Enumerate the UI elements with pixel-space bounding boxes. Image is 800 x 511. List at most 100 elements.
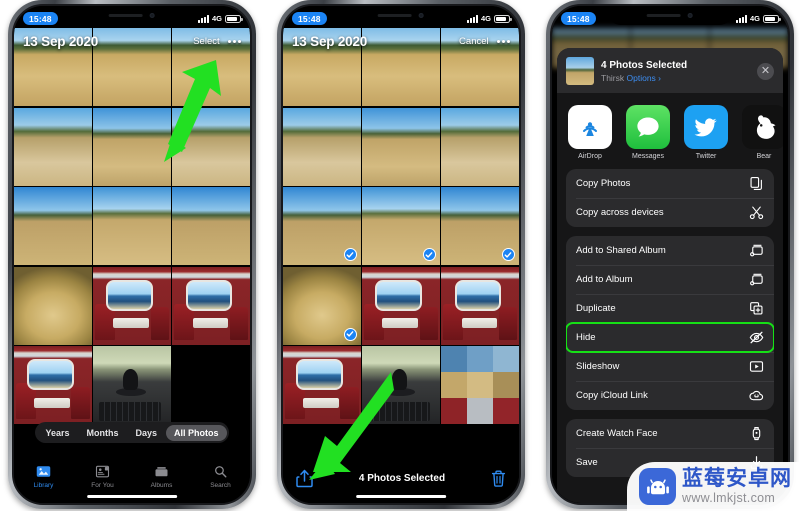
photo-thumbnail[interactable] bbox=[14, 187, 92, 265]
share-icon[interactable] bbox=[296, 469, 313, 488]
close-icon[interactable]: ✕ bbox=[757, 62, 774, 80]
home-indicator bbox=[87, 494, 177, 498]
share-action-label: Copy Photos bbox=[576, 178, 631, 189]
segment-years[interactable]: Years bbox=[37, 425, 77, 441]
share-app-label: Twitter bbox=[695, 153, 717, 160]
photo-thumbnail[interactable] bbox=[283, 346, 361, 424]
photo-thumbnail[interactable] bbox=[362, 266, 440, 345]
share-action-duplicate[interactable]: Duplicate bbox=[566, 294, 774, 323]
photo-thumbnail[interactable] bbox=[441, 266, 519, 345]
share-app-airdrop[interactable]: AirDrop bbox=[567, 105, 613, 160]
watermark-url: www.lmkjst.com bbox=[682, 491, 776, 506]
share-action-label: Add to Shared Album bbox=[576, 245, 666, 256]
photo-thumbnail[interactable] bbox=[362, 107, 440, 186]
photo-thumbnail[interactable] bbox=[441, 187, 519, 265]
notch bbox=[608, 6, 732, 25]
photo-thumbnail[interactable] bbox=[362, 187, 440, 265]
photo-thumbnail[interactable] bbox=[283, 107, 361, 186]
share-action-copy-icloud-link[interactable]: Copy iCloud Link bbox=[566, 381, 774, 410]
share-action-hide[interactable]: Hide bbox=[566, 322, 774, 353]
share-app-twitter[interactable]: Twitter bbox=[683, 105, 729, 160]
eye-slash-icon bbox=[749, 330, 764, 345]
share-action-label: Create Watch Face bbox=[576, 428, 658, 439]
tab-for-you[interactable]: For You bbox=[73, 464, 132, 489]
photo-thumbnail[interactable] bbox=[283, 187, 361, 265]
share-action-group: Copy Photos Copy across devices bbox=[566, 169, 774, 227]
share-action-add-to-album[interactable]: Add to Album bbox=[566, 265, 774, 294]
albums-icon bbox=[153, 464, 170, 479]
share-action-add-to-shared-album[interactable]: Add to Shared Album bbox=[566, 236, 774, 265]
phone-1-screen: 13 Sep 2020 Select Years Months Days All Ph… bbox=[14, 6, 250, 503]
share-action-label: Slideshow bbox=[576, 361, 620, 372]
share-thumbnail bbox=[566, 57, 594, 85]
share-action-create-watch-face[interactable]: Create Watch Face bbox=[566, 419, 774, 448]
photos-grid-header: 13 Sep 2020 Select bbox=[14, 34, 250, 49]
timeline-segmented-control: Years Months Days All Photos bbox=[14, 422, 250, 443]
photo-thumbnail[interactable] bbox=[172, 346, 250, 424]
tab-library[interactable]: Library bbox=[14, 464, 73, 489]
share-action-slideshow[interactable]: Slideshow bbox=[566, 352, 774, 381]
more-options-icon[interactable] bbox=[227, 40, 241, 43]
notch bbox=[339, 6, 463, 25]
photo-thumbnail[interactable] bbox=[93, 107, 171, 186]
photo-thumbnail[interactable] bbox=[14, 266, 92, 345]
phone-3-screen: 4 Photos Selected Thirsk Options › ✕ Air… bbox=[552, 6, 788, 503]
share-app-messages[interactable]: Messages bbox=[625, 105, 671, 160]
share-action-copy-photos[interactable]: Copy Photos bbox=[566, 169, 774, 198]
segment-months[interactable]: Months bbox=[79, 425, 127, 441]
share-app-bear[interactable]: Bear bbox=[741, 105, 783, 160]
select-button[interactable]: Select bbox=[193, 36, 219, 47]
for-you-icon bbox=[94, 464, 111, 479]
photo-thumbnail[interactable] bbox=[172, 187, 250, 265]
site-watermark: 蓝莓安卓网 www.lmkjst.com bbox=[627, 462, 800, 511]
photo-thumbnail[interactable] bbox=[93, 346, 171, 424]
share-action-label: Hide bbox=[576, 332, 596, 343]
photo-thumbnail[interactable] bbox=[441, 346, 519, 424]
home-indicator bbox=[356, 494, 446, 498]
photos-library-icon bbox=[35, 464, 52, 479]
search-icon bbox=[212, 464, 229, 479]
photo-thumbnail[interactable] bbox=[441, 107, 519, 186]
share-app-row: AirDropMessagesTwitterBearL bbox=[557, 93, 783, 169]
screenshot-stage: 13 Sep 2020 Select Years Months Days All Ph… bbox=[0, 0, 800, 511]
photo-thumbnail[interactable] bbox=[362, 346, 440, 424]
photo-thumbnail[interactable] bbox=[172, 107, 250, 186]
duplicate-icon bbox=[749, 301, 764, 316]
trash-icon[interactable] bbox=[491, 470, 506, 487]
share-action-list: Copy Photos Copy across devices Add to Sha… bbox=[557, 169, 783, 477]
share-action-label: Copy iCloud Link bbox=[576, 390, 648, 401]
share-action-label: Add to Album bbox=[576, 274, 633, 285]
tab-albums[interactable]: Albums bbox=[132, 464, 191, 489]
photos-date-label: 13 Sep 2020 bbox=[23, 34, 99, 49]
twitter-icon bbox=[684, 105, 728, 149]
photo-thumbnail[interactable] bbox=[172, 266, 250, 345]
photos-grid-header-selecting: 13 Sep 2020 Cancel bbox=[283, 34, 519, 49]
segment-days[interactable]: Days bbox=[128, 425, 166, 441]
shared-album-icon bbox=[749, 243, 764, 258]
airdrop-icon bbox=[568, 105, 612, 149]
share-app-label: Bear bbox=[756, 153, 772, 160]
share-action-copy-across-devices[interactable]: Copy across devices bbox=[566, 198, 774, 227]
more-options-icon[interactable] bbox=[496, 40, 510, 43]
share-app-label: Messages bbox=[632, 153, 664, 160]
photo-thumbnail[interactable] bbox=[14, 107, 92, 186]
photo-thumbnail[interactable] bbox=[283, 266, 361, 345]
share-action-label: Copy across devices bbox=[576, 207, 664, 218]
photo-thumbnail[interactable] bbox=[93, 266, 171, 345]
share-sheet: 4 Photos Selected Thirsk Options › ✕ Air… bbox=[557, 48, 783, 503]
cancel-button[interactable]: Cancel bbox=[459, 36, 489, 47]
share-action-group: Add to Shared Album Add to Album Duplicate… bbox=[566, 236, 774, 410]
photo-thumbnail[interactable] bbox=[14, 346, 92, 424]
watermark-logo-icon bbox=[639, 468, 676, 505]
share-options-link[interactable]: Options › bbox=[627, 73, 662, 83]
share-sheet-header: 4 Photos Selected Thirsk Options › ✕ bbox=[557, 48, 783, 93]
selection-checkmark-icon bbox=[343, 327, 357, 341]
album-icon bbox=[749, 272, 764, 287]
bear-icon bbox=[742, 105, 783, 149]
notch bbox=[70, 6, 194, 25]
slideshow-icon bbox=[749, 359, 764, 374]
segment-all-photos[interactable]: All Photos bbox=[166, 424, 227, 441]
tab-label: Library bbox=[33, 481, 54, 489]
photo-thumbnail[interactable] bbox=[93, 187, 171, 265]
tab-search[interactable]: Search bbox=[191, 464, 250, 489]
